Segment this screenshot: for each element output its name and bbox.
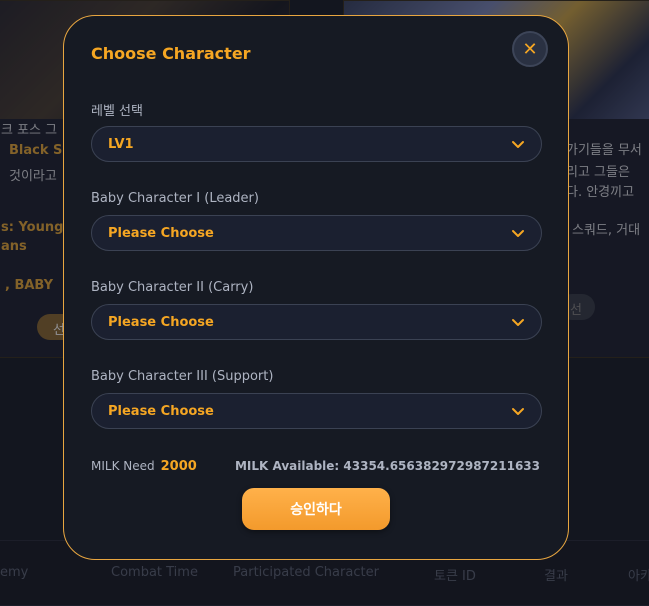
support-character-select[interactable]: Please Choose [91, 393, 542, 429]
leader-character-value: Please Choose [108, 225, 214, 241]
carry-character-value: Please Choose [108, 314, 214, 330]
carry-character-label: Baby Character II (Carry) [91, 280, 254, 295]
milk-need-label: MILK Need [91, 459, 155, 473]
close-button[interactable]: ✕ [512, 31, 548, 67]
chevron-down-icon [511, 226, 525, 240]
leader-character-select[interactable]: Please Choose [91, 215, 542, 251]
choose-character-modal: Choose Character ✕ 레벨 선택 LV1 Baby Charac… [63, 15, 569, 560]
chevron-down-icon [511, 315, 525, 329]
milk-need: MILK Need 2000 [91, 459, 197, 474]
support-character-label: Baby Character III (Support) [91, 369, 274, 384]
chevron-down-icon [511, 404, 525, 418]
modal-title: Choose Character [91, 44, 251, 63]
support-character-value: Please Choose [108, 403, 214, 419]
leader-character-label: Baby Character I (Leader) [91, 191, 259, 206]
close-icon: ✕ [522, 38, 538, 60]
level-select[interactable]: LV1 [91, 126, 542, 162]
carry-character-select[interactable]: Please Choose [91, 304, 542, 340]
level-select-value: LV1 [108, 136, 134, 152]
chevron-down-icon [511, 137, 525, 151]
milk-available: MILK Available: 43354.656382972987211633 [234, 459, 540, 473]
level-select-label: 레벨 선택 [91, 104, 143, 119]
milk-need-value: 2000 [160, 459, 197, 474]
approve-button[interactable]: 승인하다 [242, 488, 390, 530]
